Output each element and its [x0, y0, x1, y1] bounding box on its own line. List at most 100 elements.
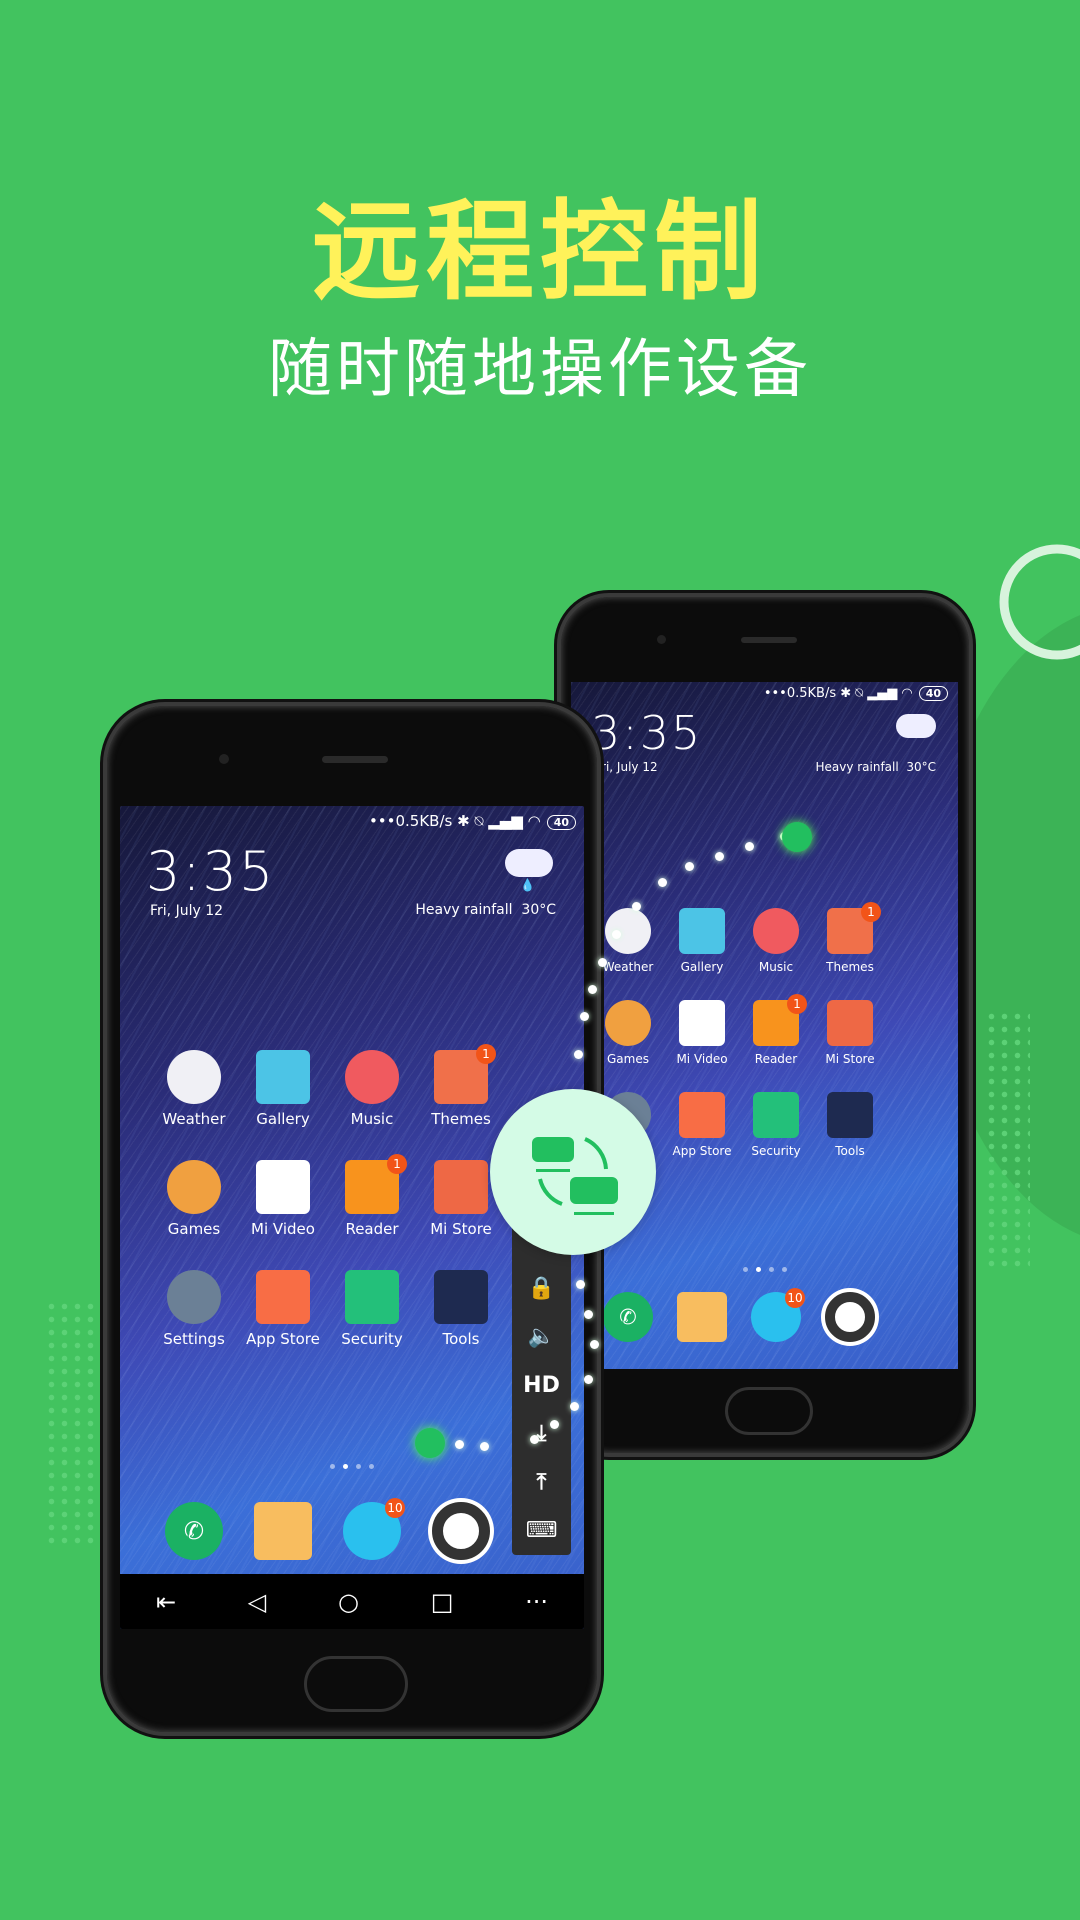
video-icon	[679, 1000, 725, 1046]
tools-icon	[827, 1092, 873, 1138]
home-icon[interactable]: ○	[338, 1588, 359, 1616]
notification-badge: 10	[385, 1498, 405, 1518]
phone-right: •••0.5KB/s ✱ ⍉ ▂▄▆ ◠ 40 3:35 Fri, July 12…	[557, 593, 973, 1457]
gesture-trail-dot	[584, 1310, 593, 1319]
app-store-icon	[679, 1092, 725, 1138]
app-tools[interactable]: Tools	[416, 1270, 506, 1348]
app-music[interactable]: Music	[327, 1050, 417, 1128]
gesture-trail-dot	[574, 1050, 583, 1059]
lock-icon[interactable]: 🔒	[528, 1276, 555, 1301]
reader-icon: 1	[345, 1154, 407, 1214]
gesture-trail-dot	[685, 862, 694, 871]
gesture-trail-dot	[745, 842, 754, 851]
remote-switch-icon	[532, 1137, 618, 1215]
rain-cloud-icon	[505, 849, 553, 877]
decor-ring	[999, 544, 1080, 660]
app-weather[interactable]: Weather	[149, 1050, 239, 1128]
gesture-trail-dot	[580, 1012, 589, 1021]
app-mi-video[interactable]: Mi Video	[238, 1160, 328, 1238]
gallery-icon	[679, 908, 725, 954]
app-security[interactable]: Security	[327, 1270, 417, 1348]
app-label: Games	[167, 1220, 221, 1238]
app-store-icon	[256, 1270, 310, 1324]
notification-badge: 1	[387, 1154, 407, 1174]
app-reader[interactable]: 1 Reader	[327, 1154, 417, 1238]
phone-icon[interactable]: ✆	[165, 1502, 223, 1560]
app-label: Tools	[442, 1330, 480, 1348]
collapse-down-icon[interactable]: ⤓	[537, 1421, 547, 1446]
speaker	[741, 637, 797, 643]
camera-icon[interactable]	[432, 1502, 490, 1560]
app-label: Mi Store	[825, 1052, 875, 1066]
mi-store-icon	[827, 1000, 873, 1046]
back-icon[interactable]: ◁	[248, 1588, 266, 1616]
music-icon	[345, 1050, 399, 1104]
video-icon	[256, 1160, 310, 1214]
app-mi-store[interactable]: Mi Store	[805, 1000, 895, 1066]
camera-icon[interactable]	[825, 1292, 875, 1342]
chat-icon[interactable]: 10	[343, 1498, 405, 1560]
gesture-trail-dot	[612, 930, 621, 939]
gesture-trail-dot	[480, 1442, 489, 1451]
home-button[interactable]	[725, 1387, 813, 1435]
app-label: Music	[350, 1110, 394, 1128]
app-label: Settings	[163, 1330, 225, 1348]
games-icon	[605, 1000, 651, 1046]
app-app-store[interactable]: App Store	[238, 1270, 328, 1348]
date: Fri, July 12	[595, 760, 658, 774]
gesture-trail-dot	[658, 878, 667, 887]
touch-point	[782, 822, 812, 852]
security-icon	[345, 1270, 399, 1324]
chat-icon[interactable]: 10	[751, 1288, 805, 1342]
app-label: Gallery	[256, 1110, 310, 1128]
clock: 3:35	[146, 840, 276, 903]
weather-icon	[167, 1050, 221, 1104]
camera-lens	[219, 754, 229, 764]
gesture-trail-dot	[590, 1340, 599, 1349]
headline-title: 远程控制	[311, 190, 768, 315]
app-label: Mi Video	[251, 1220, 315, 1238]
app-settings[interactable]: Settings	[149, 1270, 239, 1348]
expand-up-icon[interactable]: ⤒	[537, 1470, 547, 1495]
home-button[interactable]	[304, 1656, 408, 1712]
status-bar: •••0.5KB/s ✱ ⍉ ▂▄▆ ◠ 40	[369, 812, 576, 830]
themes-icon: 1	[827, 902, 881, 954]
app-label: Security	[341, 1330, 403, 1348]
recents-icon[interactable]: □	[431, 1588, 454, 1616]
more-icon[interactable]: ···	[525, 1588, 548, 1616]
hd-icon[interactable]: HD	[523, 1373, 560, 1398]
app-label: Tools	[835, 1144, 865, 1158]
screen-right: •••0.5KB/s ✱ ⍉ ▂▄▆ ◠ 40 3:35 Fri, July 12…	[571, 682, 958, 1369]
gesture-trail-dot	[584, 1375, 593, 1384]
navigation-bar: ⇤ ◁ ○ □ ···	[120, 1574, 584, 1629]
remote-switch-button[interactable]	[490, 1089, 656, 1255]
camera-lens	[657, 635, 666, 644]
app-label: Themes	[826, 960, 874, 974]
gesture-trail-dot	[715, 852, 724, 861]
gesture-trail-dot	[598, 958, 607, 967]
decor-dots	[985, 1010, 1030, 1270]
app-label: App Store	[246, 1330, 320, 1348]
raindrop-icon: 💧	[520, 878, 535, 892]
keyboard-icon[interactable]: ⌨	[526, 1518, 558, 1543]
app-games[interactable]: Games	[149, 1160, 239, 1238]
weather-info: Heavy rainfall 30°C	[815, 760, 936, 774]
phone-icon[interactable]: ✆	[603, 1292, 653, 1342]
security-icon	[753, 1092, 799, 1138]
exit-icon[interactable]: ⇤	[156, 1588, 176, 1616]
remote-toolbar: 🔒 🔈 HD ⤓ ⤒ ⌨	[512, 1224, 571, 1555]
messages-icon[interactable]	[677, 1292, 727, 1342]
app-themes[interactable]: 1 Themes	[805, 902, 895, 974]
app-gallery[interactable]: Gallery	[238, 1050, 328, 1128]
app-label: Reader	[345, 1220, 399, 1238]
rain-cloud-icon	[896, 714, 936, 738]
notification-badge: 10	[785, 1288, 805, 1308]
messages-icon[interactable]	[254, 1502, 312, 1560]
themes-icon: 1	[434, 1044, 496, 1104]
gesture-trail-dot	[632, 902, 641, 911]
status-bar: •••0.5KB/s ✱ ⍉ ▂▄▆ ◠ 40	[764, 686, 948, 701]
settings-icon	[167, 1270, 221, 1324]
app-tools[interactable]: Tools	[805, 1092, 895, 1158]
gesture-trail-dot	[576, 1280, 585, 1289]
volume-icon[interactable]: 🔈	[528, 1324, 555, 1349]
